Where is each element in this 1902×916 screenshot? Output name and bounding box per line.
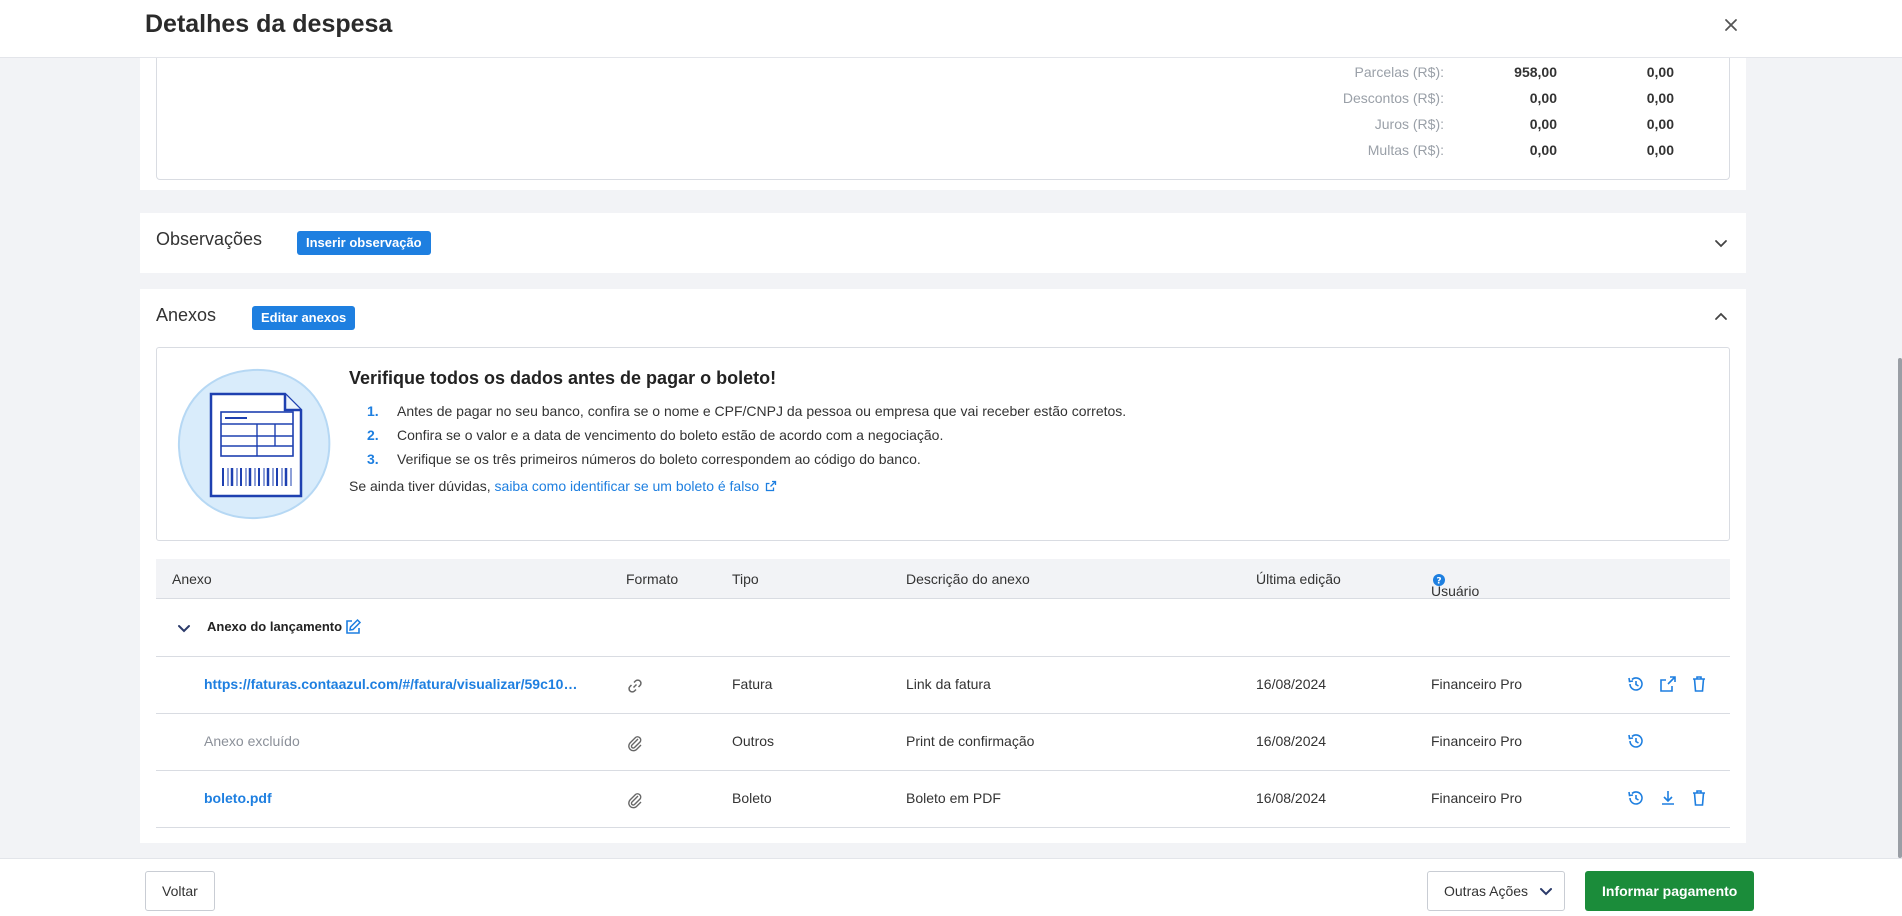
download-icon[interactable] <box>1658 788 1678 808</box>
notice-item: 2. Confira se o valor e a data de vencime… <box>367 427 944 443</box>
fake-boleto-help-link[interactable]: saiba como identificar se um boleto é fa… <box>495 478 777 494</box>
attachment-group-row: Anexo do lançamento <box>156 599 1730 657</box>
notice-item: 1. Antes de pagar no seu banco, confira s… <box>367 403 1127 419</box>
group-label: Anexo do lançamento <box>207 619 343 634</box>
anexos-card: Anexos Editar anexos Verifique todos os … <box>140 289 1746 843</box>
col-formato: Formato <box>626 571 679 587</box>
attachments-table: Anexo Formato Tipo Descrição do anexo Úl… <box>156 559 1730 828</box>
edit-icon[interactable] <box>344 618 362 636</box>
col-usuario: Usuário ? <box>1431 571 1479 599</box>
insert-observation-button[interactable]: Inserir observação <box>297 231 431 255</box>
chevron-down-icon[interactable] <box>176 620 192 636</box>
boleto-warning-notice: Verifique todos os dados antes de pagar … <box>156 347 1730 541</box>
history-icon[interactable] <box>1626 731 1646 751</box>
totals-row-descontos: Descontos (R$): 0,00 0,00 <box>1342 90 1674 106</box>
other-actions-button[interactable]: Outras Ações <box>1427 871 1565 911</box>
totals-box: Parcelas (R$): 958,00 0,00 Descontos (R$… <box>156 58 1730 180</box>
chevron-down-icon <box>1539 888 1552 896</box>
modal-header: Detalhes da despesa <box>0 0 1902 58</box>
page-title: Detalhes da despesa <box>145 10 393 38</box>
totals-row-parcelas: Parcelas (R$): 958,00 0,00 <box>1354 64 1674 80</box>
table-row: https://faturas.contaazul.com/#/fatura/v… <box>156 657 1730 714</box>
modal-footer: Voltar Outras Ações Informar pagamento <box>0 858 1902 916</box>
table-row: boleto.pdf Boleto Boleto em PDF 16/08/20… <box>156 771 1730 828</box>
trash-icon[interactable] <box>1689 788 1709 808</box>
notice-heading: Verifique todos os dados antes de pagar … <box>349 368 777 388</box>
col-descricao: Descrição do anexo <box>906 571 1030 587</box>
link-icon <box>628 679 642 693</box>
col-ultima-edicao: Última edição <box>1256 571 1341 587</box>
paperclip-icon <box>628 736 642 752</box>
notice-list: 1. Antes de pagar no seu banco, confira s… <box>349 401 1126 473</box>
col-anexo: Anexo <box>172 571 212 587</box>
col-tipo: Tipo <box>732 571 759 587</box>
observacoes-title: Observações <box>156 229 263 249</box>
attachment-link[interactable]: https://faturas.contaazul.com/#/fatura/v… <box>204 676 577 692</box>
observacoes-card[interactable]: Observações Inserir observação <box>140 213 1746 273</box>
attachment-deleted-label: Anexo excluído <box>204 733 300 749</box>
trash-icon[interactable] <box>1689 674 1709 694</box>
totals-row-juros: Juros (R$): 0,00 0,00 <box>1374 116 1674 132</box>
row-actions <box>1626 674 1706 696</box>
paperclip-icon <box>628 793 642 809</box>
row-actions <box>1626 788 1706 810</box>
close-icon[interactable] <box>1718 12 1744 38</box>
chevron-down-icon[interactable] <box>1712 234 1730 252</box>
external-link-icon[interactable] <box>1658 674 1678 694</box>
row-actions <box>1626 731 1706 753</box>
inform-payment-button[interactable]: Informar pagamento <box>1585 871 1755 911</box>
history-icon[interactable] <box>1626 788 1646 808</box>
notice-item: 3. Verifique se os três primeiros números… <box>367 451 921 467</box>
scrollbar[interactable] <box>1898 58 1902 858</box>
table-row: Anexo excluído Outros Print de confirmaç… <box>156 714 1730 771</box>
back-button[interactable]: Voltar <box>145 871 215 911</box>
boleto-illustration-icon <box>177 368 331 520</box>
modal-content: Parcelas (R$): 958,00 0,00 Descontos (R$… <box>0 58 1898 858</box>
edit-attachments-button[interactable]: Editar anexos <box>252 306 356 330</box>
notice-help: Se ainda tiver dúvidas, saiba como ident… <box>349 478 777 494</box>
external-link-icon <box>765 480 777 492</box>
anexos-title: Anexos <box>156 305 217 325</box>
totals-row-multas: Multas (R$): 0,00 0,00 <box>1367 142 1674 158</box>
chevron-up-icon[interactable] <box>1712 308 1730 326</box>
history-icon[interactable] <box>1626 674 1646 694</box>
scrollbar-thumb[interactable] <box>1898 358 1902 858</box>
table-header: Anexo Formato Tipo Descrição do anexo Úl… <box>156 559 1730 599</box>
attachment-link[interactable]: boleto.pdf <box>204 790 272 806</box>
totals-card: Parcelas (R$): 958,00 0,00 Descontos (R$… <box>140 58 1746 190</box>
